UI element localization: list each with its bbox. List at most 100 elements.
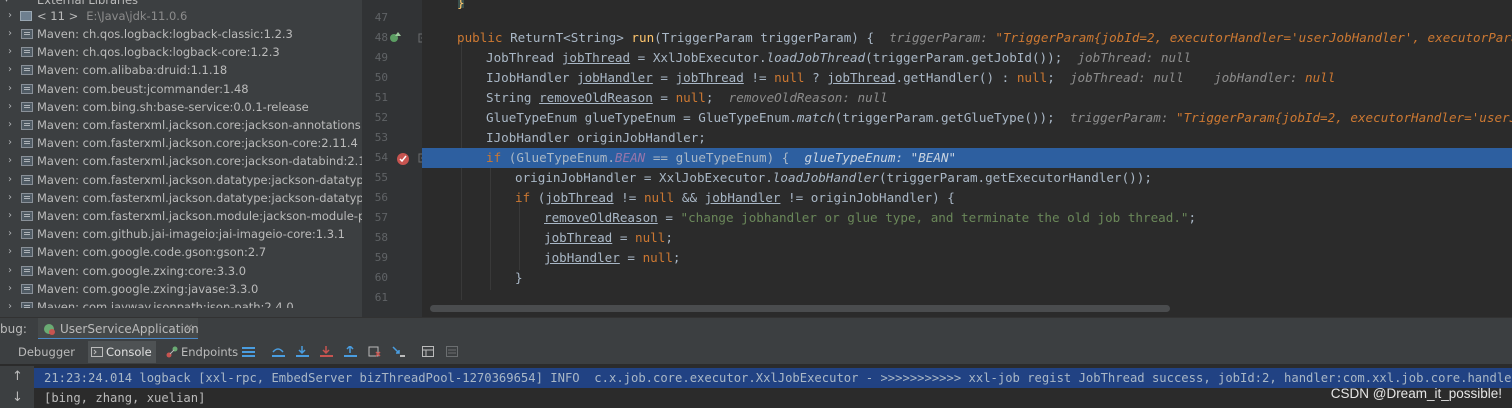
tree-item-label: Maven: com.github.jai-imageio:jai-imagei… xyxy=(37,227,345,242)
chevron-right-icon[interactable]: › xyxy=(8,280,18,298)
tree-item-label: Maven: com.google.zxing:javase:3.3.0 xyxy=(37,281,259,296)
chevron-right-icon[interactable]: › xyxy=(8,225,18,243)
tree-item-library[interactable]: › Maven: com.google.zxing:core:3.3.0 xyxy=(0,262,362,280)
tree-item-library[interactable]: › Maven: com.alibaba:druid:1.1.18 xyxy=(0,61,362,79)
line-number: 61 xyxy=(374,291,388,304)
tree-item-library[interactable]: › Maven: com.bing.sh:base-service:0.0.1-r… xyxy=(0,98,362,116)
chevron-right-icon[interactable]: › xyxy=(8,25,18,43)
library-icon xyxy=(21,138,33,149)
debug-label: bug: xyxy=(0,322,27,336)
chevron-right-icon[interactable]: › xyxy=(8,116,18,134)
line-number: 49 xyxy=(374,51,388,64)
project-tree: ▾ External Libraries › < 11 >E:\Java\jdk… xyxy=(0,0,362,317)
code-line-50[interactable]: IJobHandler jobHandler = jobThread != nu… xyxy=(422,68,1512,88)
tree-item-library[interactable]: › Maven: com.beust:jcommander:1.48 xyxy=(0,80,362,98)
chevron-right-icon[interactable]: › xyxy=(8,98,18,116)
tree-item-library[interactable]: › Maven: ch.qos.logback:logback-core:1.2.… xyxy=(0,43,362,61)
chevron-right-icon[interactable]: › xyxy=(8,152,18,170)
spring-boot-icon xyxy=(44,324,55,335)
arrow-down-icon[interactable]: ↓ xyxy=(12,390,23,405)
menu-icon[interactable] xyxy=(242,347,255,359)
tree-item-jdk[interactable]: › < 11 > E:\Java\jdk-11.0.6 xyxy=(0,7,362,25)
chevron-right-icon[interactable]: › xyxy=(8,43,18,61)
drop-frame-icon[interactable] xyxy=(368,346,381,358)
override-method-icon[interactable] xyxy=(389,30,403,46)
chevron-right-icon[interactable]: › xyxy=(8,80,18,98)
code-line-60[interactable]: } xyxy=(422,268,1512,288)
jdk-path: E:\Java\jdk-11.0.6 xyxy=(86,9,188,23)
library-icon xyxy=(21,229,33,240)
tab-debugger[interactable]: Debugger xyxy=(18,341,75,363)
chevron-right-icon[interactable]: › xyxy=(8,61,18,79)
line-number: 55 xyxy=(374,171,388,184)
tree-item-library[interactable]: › Maven: com.fasterxml.jackson.datatype:j… xyxy=(0,189,362,207)
code-line-58[interactable]: jobThread = null; xyxy=(422,228,1512,248)
chevron-right-icon[interactable]: › xyxy=(8,207,18,225)
code-line-48[interactable]: public ReturnT<String> run(TriggerParam … xyxy=(422,28,1512,48)
tab-console[interactable]: Console xyxy=(88,341,156,363)
step-out-icon[interactable] xyxy=(344,346,357,358)
tree-item-label: Maven: com.beust:jcommander:1.48 xyxy=(37,81,249,96)
chevron-right-icon[interactable]: › xyxy=(8,262,18,280)
tree-item-label: Maven: com.google.code.gson:gson:2.7 xyxy=(37,245,267,260)
tree-item-library[interactable]: › Maven: com.fasterxml.jackson.module:jac… xyxy=(0,207,362,225)
tab-endpoints[interactable]: Endpoints xyxy=(164,341,238,363)
library-icon xyxy=(21,101,33,112)
watermark: CSDN @Dream_it_possible! xyxy=(1330,386,1502,401)
library-icon xyxy=(21,192,33,203)
close-icon[interactable]: ✕ xyxy=(185,318,193,340)
tab-user-service-application[interactable]: UserServiceApplication ✕ xyxy=(38,318,199,340)
tree-horizontal-scrollbar[interactable] xyxy=(0,308,362,317)
chevron-right-icon[interactable]: › xyxy=(8,243,18,261)
library-icon xyxy=(21,29,33,39)
code-line-54-current[interactable]: if (GlueTypeEnum.BEAN == glueTypeEnum) {… xyxy=(422,148,1512,168)
show-execution-point-icon[interactable] xyxy=(272,346,285,358)
line-number: 52 xyxy=(374,111,388,124)
library-icon xyxy=(21,47,33,58)
code-line-55[interactable]: originJobHandler = XxlJobExecutor.loadJo… xyxy=(422,168,1512,188)
debug-toolbar: Debugger Console Endpoints xyxy=(0,339,1512,365)
run-to-cursor-icon[interactable] xyxy=(392,346,405,358)
breakpoint-icon[interactable] xyxy=(395,151,411,167)
code-line-59[interactable]: jobHandler = null; xyxy=(422,248,1512,268)
chevron-right-icon[interactable]: › xyxy=(8,171,18,189)
tree-item-library[interactable]: › Maven: com.fasterxml.jackson.datatype:j… xyxy=(0,171,362,189)
line-number: 54 xyxy=(374,151,388,164)
tree-item-library[interactable]: › Maven: com.google.zxing:javase:3.3.0 xyxy=(0,280,362,298)
code-line-47[interactable]: } xyxy=(422,0,1512,13)
step-over-icon[interactable] xyxy=(296,346,309,358)
step-into-icon[interactable] xyxy=(320,346,333,358)
tree-item-library[interactable]: › Maven: com.fasterxml.jackson.core:jacks… xyxy=(0,134,362,152)
tree-item-label: Maven: com.bing.sh:base-service:0.0.1-re… xyxy=(37,99,309,114)
line-number: 57 xyxy=(374,211,388,224)
tree-item-library[interactable]: › Maven: com.fasterxml.jackson.core:jacks… xyxy=(0,152,362,170)
code-line-57[interactable]: removeOldReason = "change jobhandler or … xyxy=(422,208,1512,228)
tree-item-library[interactable]: › Maven: ch.qos.logback:logback-classic:1… xyxy=(0,25,362,43)
tree-item-library[interactable]: › Maven: com.fasterxml.jackson.core:jacks… xyxy=(0,116,362,134)
editor-horizontal-scrollbar[interactable] xyxy=(430,305,1170,312)
console-line[interactable]: 21:23:24.014 logback [xxl-rpc, EmbedServ… xyxy=(34,368,1512,388)
arrow-up-icon[interactable]: ↑ xyxy=(12,369,23,384)
library-icon xyxy=(21,283,33,294)
library-icon xyxy=(21,156,33,167)
line-number: 51 xyxy=(374,91,388,104)
library-icon xyxy=(21,65,33,76)
tree-item-library[interactable]: › Maven: com.github.jai-imageio:jai-image… xyxy=(0,225,362,243)
tree-item-library[interactable]: › Maven: com.google.code.gson:gson:2.7 xyxy=(0,243,362,261)
code-line-49[interactable]: JobThread jobThread = XxlJobExecutor.loa… xyxy=(422,48,1512,68)
line-number: 58 xyxy=(374,231,388,244)
console-line[interactable]: [bing, zhang, xuelian] xyxy=(34,388,1512,408)
debug-tool-window-header: bug: UserServiceApplication ✕ xyxy=(0,317,1512,340)
code-line-53[interactable]: IJobHandler originJobHandler; xyxy=(422,128,1512,148)
code-line-52[interactable]: GlueTypeEnum glueTypeEnum = GlueTypeEnum… xyxy=(422,108,1512,128)
trace-current-stream-icon[interactable] xyxy=(446,346,459,358)
library-icon xyxy=(21,120,33,130)
library-icon xyxy=(21,83,33,94)
evaluate-expression-icon[interactable] xyxy=(422,346,435,358)
chevron-right-icon[interactable]: › xyxy=(8,134,18,152)
code-line-56[interactable]: if (jobThread != null && jobHandler != o… xyxy=(422,188,1512,208)
code-line-51[interactable]: String removeOldReason = null; removeOld… xyxy=(422,88,1512,108)
chevron-right-icon[interactable]: › xyxy=(8,7,18,25)
chevron-right-icon[interactable]: › xyxy=(8,189,18,207)
line-number: 60 xyxy=(374,271,388,284)
